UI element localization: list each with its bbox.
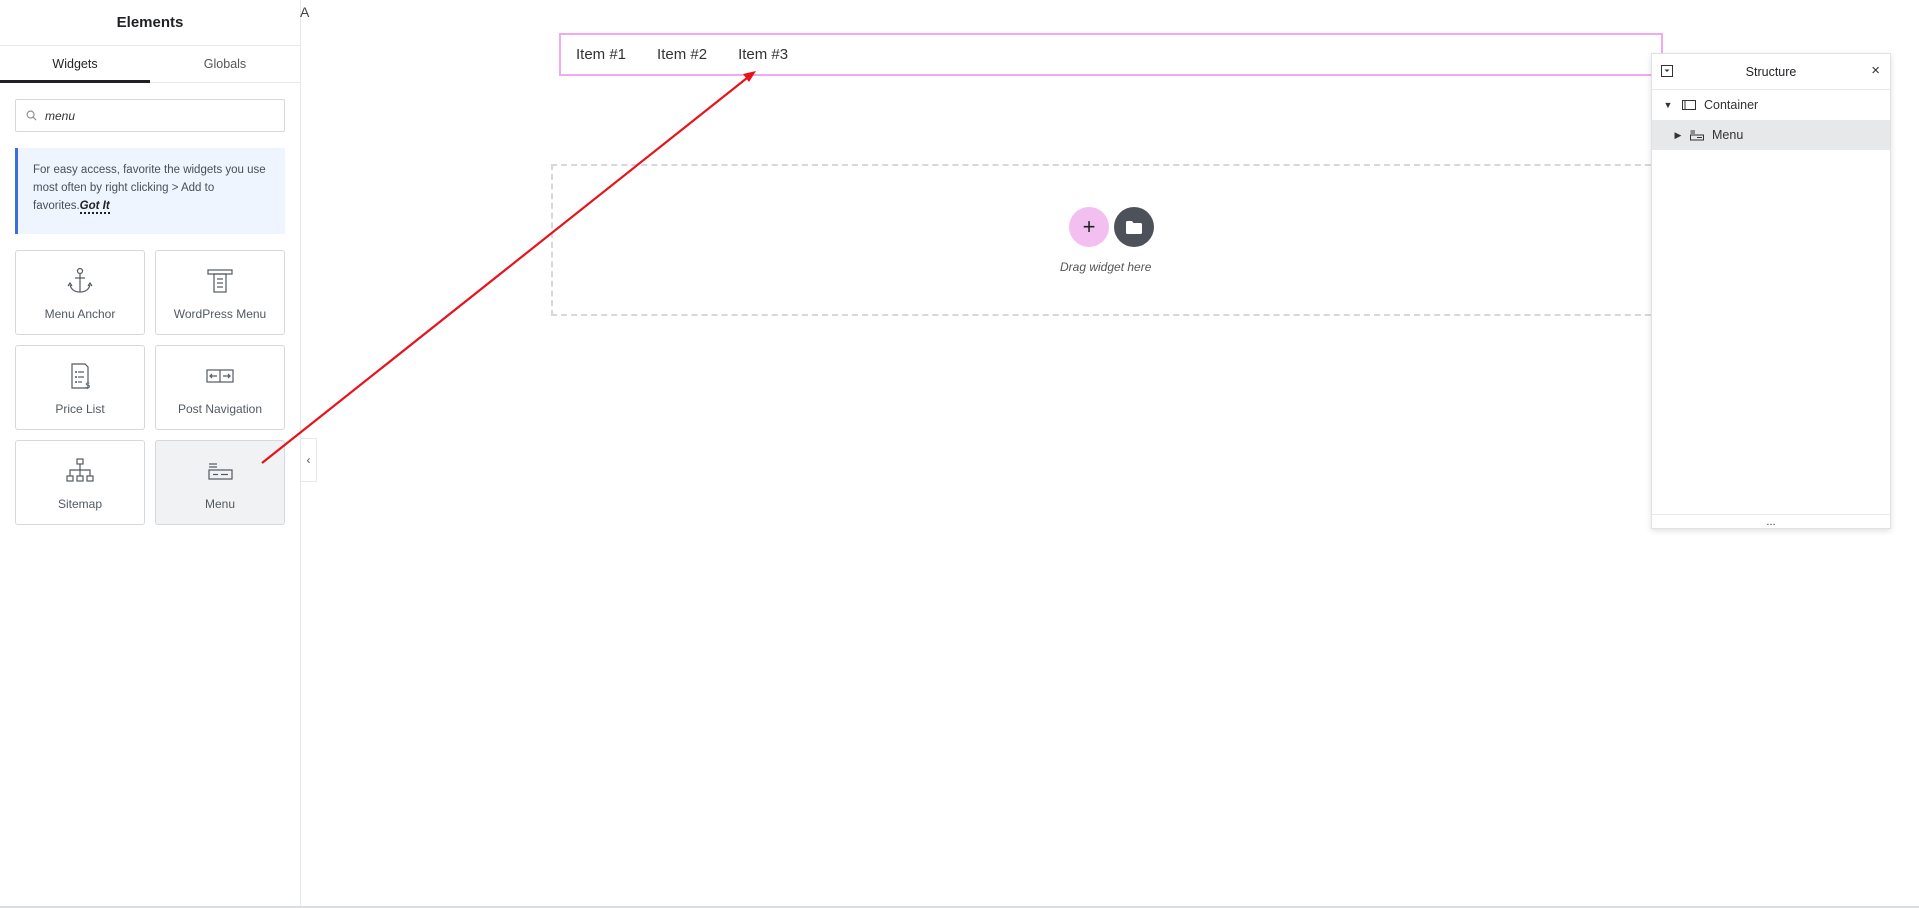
plus-icon: + [1082,214,1096,239]
svg-text:$: $ [85,381,91,391]
widget-label: WordPress Menu [173,307,267,321]
wordpress-menu-icon [205,265,235,297]
widget-wordpress-menu[interactable]: WordPress Menu [155,250,285,335]
elements-panel: Elements Widgets Globals For easy access… [0,0,301,908]
tab-globals[interactable]: Globals [150,46,300,82]
empty-container-dropzone[interactable] [551,164,1681,316]
structure-panel: Structure × ▼ Container ▶ Menu ... [1651,53,1891,529]
canvas-corner-text: A [300,4,310,20]
favorites-notice: For easy access, favorite the widgets yo… [15,148,285,234]
search-icon [26,110,37,121]
panel-tabs: Widgets Globals [0,46,300,83]
anchor-icon [65,265,95,297]
post-navigation-icon [205,360,235,392]
notice-text: For easy access, favorite the widgets yo… [33,164,266,212]
widget-label: Sitemap [57,497,103,511]
add-template-button[interactable] [1114,207,1154,247]
menu-item-1[interactable]: Item #1 [576,46,626,63]
panel-title: Elements [0,0,300,46]
container-icon [1682,100,1696,110]
widget-label: Post Navigation [177,402,263,416]
caret-right-icon[interactable]: ▶ [1672,130,1684,141]
price-list-icon: $ [65,360,95,392]
structure-item-label: Menu [1712,128,1744,142]
structure-header: Structure × [1652,54,1890,90]
chevron-left-icon: ‹ [306,453,311,467]
widget-post-navigation[interactable]: Post Navigation [155,345,285,430]
close-icon[interactable]: × [1871,62,1880,79]
dropzone-hint: Drag widget here [1060,260,1152,274]
caret-down-icon[interactable]: ▼ [1662,100,1674,110]
search-input[interactable] [43,107,263,124]
widget-label: Menu Anchor [44,307,116,321]
panel-collapse-toggle[interactable]: ‹ [301,438,317,482]
dock-icon[interactable] [1661,65,1673,80]
nav-menu-widget[interactable]: Item #1 Item #2 Item #3 [559,33,1663,76]
add-section-button[interactable]: + [1069,207,1109,247]
got-it-link[interactable]: Got It [79,200,110,214]
structure-item-label: Container [1704,98,1759,112]
menu-item-2[interactable]: Item #2 [657,46,707,63]
structure-item-container[interactable]: ▼ Container [1652,90,1890,120]
widget-menu-anchor[interactable]: Menu Anchor [15,250,145,335]
folder-icon [1126,220,1142,234]
menu-widget-icon [205,455,235,487]
search-box[interactable] [15,99,285,132]
structure-resize-handle[interactable]: ... [1652,514,1890,528]
widget-label: Menu [204,497,236,511]
menu-item-3[interactable]: Item #3 [738,46,788,63]
structure-title: Structure [1745,64,1797,79]
widget-label: Price List [55,402,105,416]
widget-price-list[interactable]: $ Price List [15,345,145,430]
structure-item-menu[interactable]: ▶ Menu [1652,120,1890,150]
widget-sitemap[interactable]: Sitemap [15,440,145,525]
sitemap-icon [65,455,95,487]
widget-menu[interactable]: Menu [155,440,285,525]
menu-widget-icon [1690,130,1704,141]
tab-widgets[interactable]: Widgets [0,46,150,83]
